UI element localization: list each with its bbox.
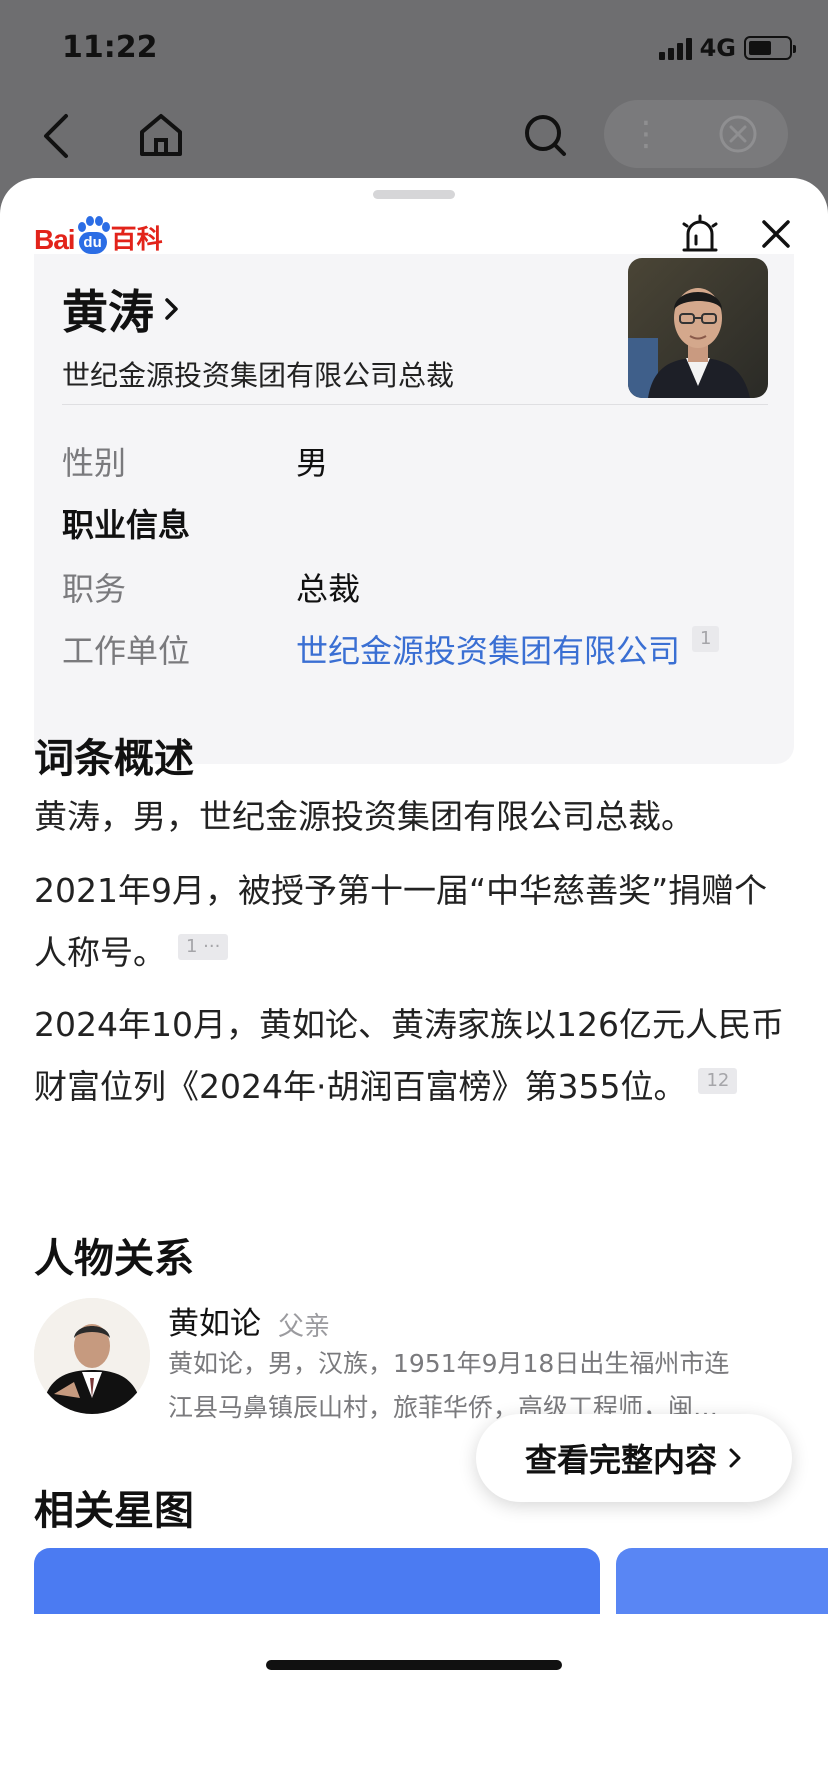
overview-text-2: 2021年9月，被授予第十一届“中华慈善奖”捐赠个人称号。 — [34, 871, 768, 972]
home-icon[interactable] — [136, 110, 186, 160]
status-bar: 11:22 4G — [0, 0, 828, 100]
baike-sheet: Bai du 百科 黄涛 世纪金源投资集团有限公司总裁 性别 男 职业信息 职务… — [0, 178, 828, 1792]
capsule-close-button[interactable] — [688, 113, 788, 155]
view-full-content-label: 查看完整内容 — [524, 1441, 717, 1479]
field-position: 职务 总裁 — [62, 564, 360, 610]
overview-paragraph-1: 黄涛，男，世纪金源投资集团有限公司总裁。 — [34, 786, 796, 848]
relation-avatar-image — [34, 1298, 150, 1414]
field-position-value: 总裁 — [296, 570, 361, 608]
search-icon[interactable] — [520, 110, 570, 160]
employer-link[interactable]: 世纪金源投资集团有限公司 — [296, 632, 680, 670]
field-gender-value: 男 — [296, 444, 329, 482]
battery-icon — [744, 36, 796, 60]
overview-heading: 词条概述 — [34, 736, 194, 782]
career-info-heading: 职业信息 — [62, 506, 191, 544]
relation-name[interactable]: 黄如论 — [168, 1298, 261, 1343]
baidu-baike-logo: Bai du 百科 — [34, 212, 163, 256]
report-alarm-icon[interactable] — [678, 212, 722, 256]
field-position-label: 职务 — [62, 570, 127, 608]
star-map-card[interactable] — [616, 1548, 828, 1614]
person-portrait[interactable] — [628, 258, 768, 398]
home-indicator[interactable] — [266, 1660, 562, 1670]
reference-badge[interactable]: 1 — [692, 626, 720, 652]
close-circle-icon — [719, 115, 757, 153]
mini-program-capsule: ⋮ — [604, 100, 788, 168]
field-gender: 性别 男 — [62, 438, 328, 484]
network-type: 4G — [699, 34, 736, 62]
star-map-card[interactable] — [34, 1548, 600, 1614]
sheet-grabber[interactable] — [373, 190, 455, 199]
relation-avatar[interactable] — [34, 1298, 150, 1414]
star-map-heading: 相关星图 — [34, 1488, 194, 1534]
relations-heading: 人物关系 — [34, 1236, 194, 1282]
portrait-image — [628, 258, 768, 398]
person-info-card: 黄涛 世纪金源投资集团有限公司总裁 性别 男 职业信息 职务 总裁 工作单位 世… — [34, 254, 794, 764]
person-name: 黄涛 — [62, 285, 154, 339]
overview-paragraph-3: 2024年10月，黄如论、黄涛家族以126亿元人民币财富位列《2024年·胡润百… — [34, 994, 796, 1118]
logo-text-baike: 百科 — [110, 225, 163, 255]
reference-badge[interactable]: 1 ··· — [178, 934, 229, 960]
chevron-right-icon — [729, 1448, 741, 1468]
status-indicators: 4G — [658, 34, 796, 62]
chevron-right-icon — [165, 298, 178, 320]
overview-text-1: 黄涛，男，世纪金源投资集团有限公司总裁。 — [34, 797, 694, 836]
more-icon[interactable]: ⋮ — [604, 100, 688, 168]
status-time: 11:22 — [62, 30, 158, 65]
relation-desc-line-1: 黄如论，男，汉族，1951年9月18日出生福州市连 — [168, 1349, 730, 1378]
logo-text-du: du — [78, 232, 107, 254]
card-divider — [62, 404, 768, 405]
signal-icon — [658, 36, 692, 60]
field-employer-label: 工作单位 — [62, 632, 191, 670]
field-employer: 工作单位 世纪金源投资集团有限公司 1 — [62, 626, 720, 672]
field-gender-label: 性别 — [62, 444, 127, 482]
relation-role: 父亲 — [278, 1312, 331, 1342]
person-name-link[interactable]: 黄涛 — [62, 276, 182, 342]
close-icon[interactable] — [756, 214, 796, 254]
view-full-content-button[interactable]: 查看完整内容 — [476, 1414, 792, 1502]
back-icon[interactable] — [36, 108, 80, 164]
logo-text-bai: Bai — [34, 224, 76, 255]
overview-text-3: 2024年10月，黄如论、黄涛家族以126亿元人民币财富位列《2024年·胡润百… — [34, 1005, 784, 1106]
reference-badge[interactable]: 12 — [698, 1068, 738, 1094]
overview-paragraph-2: 2021年9月，被授予第十一届“中华慈善奖”捐赠个人称号。 1 ··· — [34, 860, 796, 984]
paw-icon: du — [76, 216, 110, 256]
person-subtitle: 世纪金源投资集团有限公司总裁 — [62, 359, 455, 392]
